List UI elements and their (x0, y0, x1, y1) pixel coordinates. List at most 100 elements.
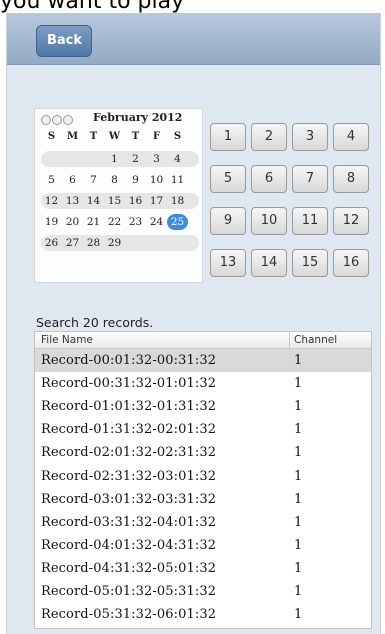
calendar-day[interactable]: 5 (41, 172, 62, 188)
close-dot-icon[interactable] (41, 115, 51, 125)
calendar-week-row: 12 13 14 15 16 17 18 (41, 193, 199, 209)
table-row[interactable]: Record-00:01:32-00:31:32 1 (35, 349, 371, 372)
channel-button-12[interactable]: 12 (333, 207, 369, 235)
calendar-day[interactable]: 6 (62, 172, 83, 188)
calendar-day[interactable]: 18 (167, 193, 188, 209)
calendar-day[interactable]: 11 (167, 172, 188, 188)
channel-button-11[interactable]: 11 (292, 207, 328, 235)
table-header: File Name Channel (35, 332, 371, 349)
calendar-day[interactable]: 14 (83, 193, 104, 209)
table-row[interactable]: Record-00:31:32-01:01:32 1 (35, 372, 371, 395)
table-row[interactable]: Record-01:31:32-02:01:32 1 (35, 418, 371, 441)
channel-cell: 1 (294, 607, 303, 623)
channel-button-15[interactable]: 15 (292, 249, 328, 277)
calendar-day[interactable]: 23 (125, 214, 146, 230)
file-name-cell: Record-02:01:32-02:31:32 (41, 445, 217, 461)
calendar-week-row: 26 27 28 29 (41, 235, 199, 251)
file-name-cell: Record-00:31:32-01:01:32 (41, 376, 217, 392)
channel-cell: 1 (294, 514, 303, 530)
back-button-label: Back (47, 33, 83, 48)
table-row[interactable]: Record-03:31:32-04:01:32 1 (35, 511, 371, 534)
calendar-day[interactable]: 9 (125, 172, 146, 188)
table-row[interactable]: Record-03:01:32-03:31:32 1 (35, 488, 371, 511)
channel-button-2[interactable]: 2 (251, 123, 287, 151)
back-button[interactable]: Back (36, 25, 93, 57)
calendar-weekday-header: SMTWTFS (41, 131, 199, 147)
calendar-day[interactable]: 13 (62, 193, 83, 209)
channel-cell: 1 (294, 445, 303, 461)
calendar-day[interactable]: 12 (41, 193, 62, 209)
weekday-label: T (89, 131, 98, 142)
calendar-day[interactable]: 29 (104, 235, 125, 251)
calendar-day[interactable]: 17 (146, 193, 167, 209)
records-table: File Name Channel Record-00:01:32-00:31:… (34, 331, 372, 629)
calendar-day[interactable]: 8 (104, 172, 125, 188)
calendar-day[interactable]: 16 (125, 193, 146, 209)
channel-button-16[interactable]: 16 (333, 249, 369, 277)
calendar-day[interactable]: 15 (104, 193, 125, 209)
file-name-cell: Record-04:31:32-05:01:32 (41, 560, 217, 576)
calendar-empty-cell (125, 235, 146, 251)
calendar-day[interactable]: 25 (167, 214, 188, 230)
file-name-cell: Record-01:31:32-02:01:32 (41, 422, 217, 438)
calendar-empty-cell (83, 151, 104, 167)
channel-button-8[interactable]: 8 (333, 165, 369, 193)
channel-cell: 1 (294, 399, 303, 415)
file-name-cell: Record-01:01:32-01:31:32 (41, 399, 217, 415)
table-row[interactable]: Record-02:01:32-02:31:32 1 (35, 441, 371, 464)
minimize-dot-icon[interactable] (52, 115, 62, 125)
zoom-dot-icon[interactable] (63, 115, 73, 125)
calendar-day[interactable]: 1 (104, 151, 125, 167)
weekday-label: W (108, 131, 121, 142)
channel-button-4[interactable]: 4 (333, 123, 369, 151)
channel-cell: 1 (294, 468, 303, 484)
calendar-empty-cell (62, 151, 83, 167)
channel-button-13[interactable]: 13 (210, 249, 246, 277)
channel-button-9[interactable]: 9 (210, 207, 246, 235)
channel-button-1[interactable]: 1 (210, 123, 246, 151)
calendar-day[interactable]: 27 (62, 235, 83, 251)
calendar-day[interactable]: 24 (146, 214, 167, 230)
calendar-empty-cell (167, 235, 188, 251)
table-row[interactable]: Record-04:01:32-04:31:32 1 (35, 534, 371, 557)
calendar-day[interactable]: 21 (83, 214, 104, 230)
calendar-day[interactable]: 4 (167, 151, 188, 167)
calendar-widget: February 2012 SMTWTFS 1 2 3 4 5 6 7 8 9 10 11 12 13 1… (34, 108, 203, 283)
channel-cell: 1 (294, 422, 303, 438)
file-name-cell: Record-03:01:32-03:31:32 (41, 491, 217, 507)
file-name-cell: Record-02:31:32-03:01:32 (41, 468, 217, 484)
weekday-label: M (66, 131, 79, 142)
channel-button-3[interactable]: 3 (292, 123, 328, 151)
channel-button-6[interactable]: 6 (251, 165, 287, 193)
table-row[interactable]: Record-05:01:32-05:31:32 1 (35, 580, 371, 603)
channel-cell: 1 (294, 584, 303, 599)
channel-button-10[interactable]: 10 (251, 207, 287, 235)
calendar-day[interactable]: 19 (41, 214, 62, 230)
table-row[interactable]: Record-02:31:32-03:01:32 1 (35, 465, 371, 488)
channel-button-7[interactable]: 7 (292, 165, 328, 193)
calendar-empty-cell (41, 151, 62, 167)
search-summary: Search 20 records. (36, 315, 154, 330)
calendar-day[interactable]: 2 (125, 151, 146, 167)
calendar-empty-cell (146, 235, 167, 251)
channel-button-14[interactable]: 14 (251, 249, 287, 277)
calendar-day[interactable]: 28 (83, 235, 104, 251)
weekday-label: F (152, 131, 161, 142)
channel-button-5[interactable]: 5 (210, 165, 246, 193)
channel-cell: 1 (294, 537, 303, 553)
table-row[interactable]: Record-01:01:32-01:31:32 1 (35, 395, 371, 418)
calendar-day[interactable]: 20 (62, 214, 83, 230)
table-row[interactable]: Record-04:31:32-05:01:32 1 (35, 557, 371, 580)
file-name-cell: Record-05:01:32-05:31:32 (41, 584, 217, 599)
calendar-day[interactable]: 10 (146, 172, 167, 188)
channel-cell: 1 (294, 353, 303, 368)
table-row[interactable]: Record-05:31:32-06:01:32 1 (35, 603, 371, 626)
calendar-day[interactable]: 26 (41, 235, 62, 251)
file-name-cell: Record-04:01:32-04:31:32 (41, 537, 217, 553)
weekday-label: S (47, 131, 56, 142)
column-header-file-name[interactable]: File Name (41, 332, 93, 348)
calendar-day[interactable]: 22 (104, 214, 125, 230)
calendar-day[interactable]: 3 (146, 151, 167, 167)
column-header-channel[interactable]: Channel (294, 332, 337, 348)
calendar-day[interactable]: 7 (83, 172, 104, 188)
